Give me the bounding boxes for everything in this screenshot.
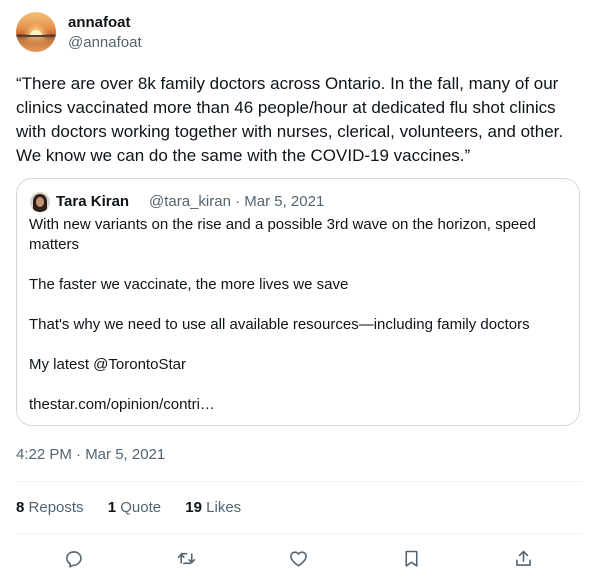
share-button[interactable] <box>509 544 537 572</box>
quoted-paragraph: That's why we need to use all available … <box>29 316 530 333</box>
divider <box>16 533 582 534</box>
reposts-stat[interactable]: 8 Reposts <box>16 498 84 518</box>
tweet-timestamp[interactable]: 4:22 PM · Mar 5, 2021 <box>16 445 165 465</box>
like-icon <box>289 550 307 566</box>
tweet-text: “There are over 8k family doctors across… <box>16 74 564 165</box>
bookmark-icon <box>404 550 418 567</box>
quoted-paragraph: The faster we vaccinate, the more lives … <box>29 276 349 293</box>
likes-stat[interactable]: 19 Likes <box>185 498 241 518</box>
repost-icon <box>177 552 195 564</box>
reply-icon <box>65 550 82 568</box>
quoted-tweet-body: With new variants on the rise and a poss… <box>29 215 567 435</box>
share-icon <box>515 550 531 566</box>
likes-label: Likes <box>206 499 242 516</box>
quoted-author-name: Tara Kiran <box>56 193 130 210</box>
reposts-label: Reposts <box>28 499 84 516</box>
quoted-paragraph: My latest @TorontoStar <box>29 356 186 373</box>
quoted-link: thestar.com/opinion/contri… <box>29 396 215 413</box>
divider <box>16 481 582 482</box>
quotes-stat[interactable]: 1 Quote <box>108 498 161 518</box>
bookmark-button[interactable] <box>397 544 425 572</box>
likes-count: 19 <box>185 499 202 516</box>
action-bar <box>0 544 598 572</box>
engagement-stats: 8 Reposts 1 Quote 19 Likes <box>16 498 261 518</box>
author-avatar[interactable] <box>16 12 56 52</box>
author-display-name[interactable]: annafoat <box>68 14 131 32</box>
author-handle[interactable]: @annafoat <box>68 34 142 52</box>
quotes-count: 1 <box>107 499 117 516</box>
repost-button[interactable] <box>172 544 200 572</box>
avatar-horizon <box>16 35 56 37</box>
quoted-author-avatar <box>30 192 50 212</box>
quotes-label: Quote <box>120 499 162 516</box>
quoted-author-meta: @tara_kiran · Mar 5, 2021 <box>149 193 325 210</box>
quoted-paragraph: With new variants on the rise and a poss… <box>29 216 536 253</box>
quoted-tweet-card[interactable]: Tara Kiran @tara_kiran · Mar 5, 2021 Wit… <box>16 178 580 426</box>
reply-button[interactable] <box>59 544 87 572</box>
like-button[interactable] <box>284 544 312 572</box>
reposts-count: 8 <box>16 499 25 516</box>
